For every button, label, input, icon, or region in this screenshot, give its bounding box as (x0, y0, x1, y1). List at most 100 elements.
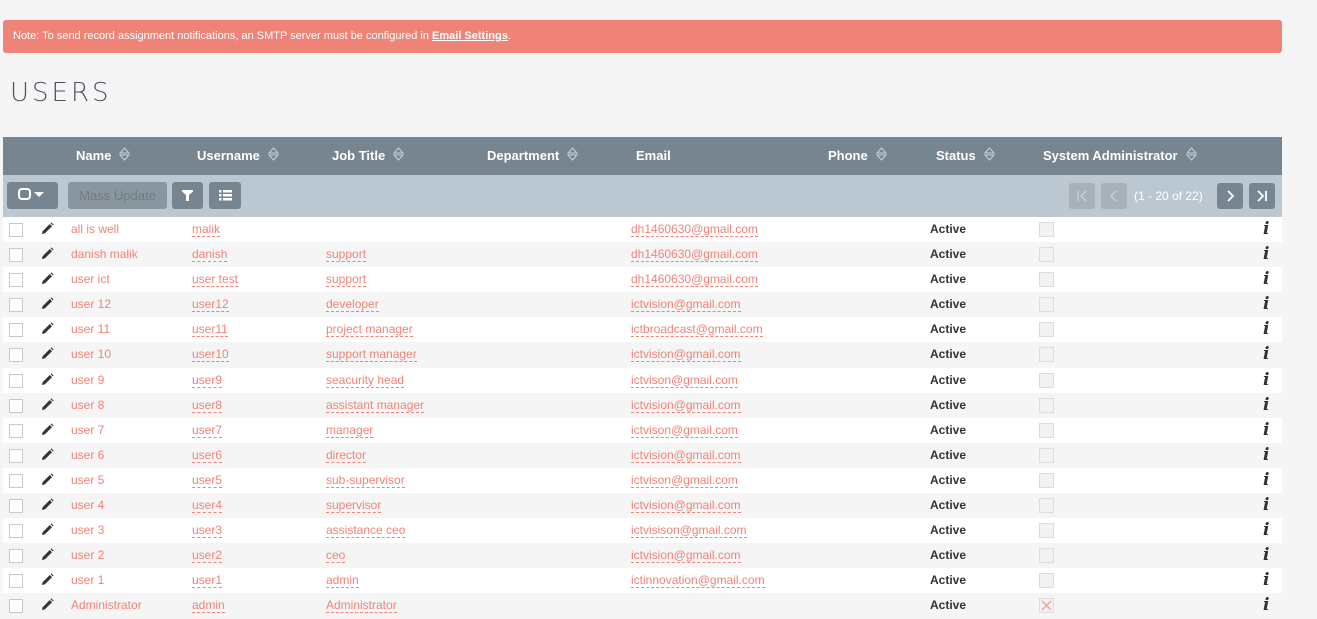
select-all-dropdown[interactable] (7, 182, 58, 209)
job-title-value[interactable]: admin (326, 574, 359, 589)
username-link[interactable]: danish (192, 248, 228, 263)
col-header-department[interactable]: Department (487, 137, 579, 175)
job-title-value[interactable]: support (326, 273, 367, 288)
edit-pencil-icon[interactable] (40, 347, 54, 361)
email-link[interactable]: ictvision@gmail.com (631, 499, 741, 514)
email-link[interactable]: dh1460630@gmail.com (631, 223, 758, 237)
job-title-value[interactable]: manager (326, 423, 374, 438)
edit-pencil-icon[interactable] (40, 222, 54, 236)
filter-button[interactable] (172, 182, 203, 209)
row-checkbox[interactable] (9, 499, 23, 514)
col-header-username[interactable]: Username (197, 137, 279, 175)
email-link[interactable]: ictbroadcast@gmail.com (631, 323, 763, 338)
email-link[interactable]: dh1460630@gmail.com (631, 273, 758, 288)
username-link[interactable]: user12 (192, 298, 229, 313)
row-checkbox[interactable] (9, 373, 23, 388)
email-link[interactable]: ictvison@gmail.com (631, 373, 738, 388)
mass-update-button[interactable]: Mass Update (68, 182, 167, 209)
email-link[interactable]: ictvisison@gmail.com (631, 524, 747, 539)
username-link[interactable]: user10 (192, 348, 229, 363)
email-link[interactable]: ictvison@gmail.com (631, 423, 738, 438)
info-icon[interactable]: i (1263, 445, 1269, 465)
job-title-value[interactable]: Administrator (326, 599, 397, 614)
row-checkbox[interactable] (9, 448, 23, 463)
user-full-name-link[interactable]: user 12 (71, 292, 111, 317)
job-title-value[interactable]: director (326, 448, 367, 463)
user-full-name-link[interactable]: user 10 (71, 342, 111, 367)
user-full-name-link[interactable]: user 7 (71, 418, 104, 443)
info-icon[interactable]: i (1263, 244, 1269, 264)
edit-pencil-icon[interactable] (40, 598, 54, 612)
row-checkbox[interactable] (9, 524, 23, 539)
username-link[interactable]: user3 (192, 524, 223, 539)
edit-pencil-icon[interactable] (40, 523, 54, 537)
info-icon[interactable]: i (1263, 520, 1269, 540)
user-full-name-link[interactable]: danish malik (71, 242, 138, 267)
user-full-name-link[interactable]: user 11 (71, 317, 110, 342)
row-checkbox[interactable] (9, 223, 23, 237)
row-checkbox[interactable] (9, 398, 23, 413)
last-page-button[interactable] (1249, 183, 1275, 209)
user-full-name-link[interactable]: user 9 (71, 368, 104, 393)
username-link[interactable]: user1 (192, 574, 223, 589)
row-checkbox[interactable] (9, 574, 23, 589)
info-icon[interactable]: i (1263, 570, 1269, 590)
info-icon[interactable]: i (1263, 420, 1269, 440)
col-header-email[interactable]: Email (636, 137, 671, 175)
user-full-name-link[interactable]: user 3 (71, 518, 104, 543)
edit-pencil-icon[interactable] (40, 448, 54, 462)
edit-pencil-icon[interactable] (40, 247, 54, 261)
username-link[interactable]: user6 (192, 448, 223, 463)
info-icon[interactable]: i (1263, 219, 1269, 239)
row-checkbox[interactable] (9, 549, 23, 564)
job-title-value[interactable]: seacurity head (326, 373, 405, 388)
username-link[interactable]: user5 (192, 473, 223, 488)
user-full-name-link[interactable]: user 2 (71, 543, 104, 568)
info-icon[interactable]: i (1263, 495, 1269, 515)
job-title-value[interactable]: support (326, 248, 367, 263)
user-full-name-link[interactable]: user 6 (71, 443, 104, 468)
email-link[interactable]: ictvision@gmail.com (631, 398, 741, 413)
username-link[interactable]: user11 (192, 323, 228, 338)
job-title-value[interactable]: assistant manager (326, 398, 425, 413)
username-link[interactable]: user2 (192, 549, 223, 564)
user-full-name-link[interactable]: user 4 (71, 493, 104, 518)
email-link[interactable]: ictvison@gmail.com (631, 473, 738, 488)
row-checkbox[interactable] (9, 273, 23, 288)
job-title-value[interactable]: project manager (326, 323, 413, 338)
row-checkbox[interactable] (9, 423, 23, 438)
email-link[interactable]: dh1460630@gmail.com (631, 248, 758, 263)
email-link[interactable]: ictvision@gmail.com (631, 549, 741, 564)
info-icon[interactable]: i (1263, 545, 1269, 565)
col-header-status[interactable]: Status (936, 137, 995, 175)
info-icon[interactable]: i (1263, 269, 1269, 289)
edit-pencil-icon[interactable] (40, 473, 54, 487)
username-link[interactable]: admin (192, 599, 225, 614)
job-title-value[interactable]: sub-supervisor (326, 473, 405, 488)
info-icon[interactable]: i (1263, 395, 1269, 415)
col-header-job-title[interactable]: Job Title (332, 137, 405, 175)
next-page-button[interactable] (1217, 183, 1243, 209)
info-icon[interactable]: i (1263, 370, 1269, 390)
user-full-name-link[interactable]: user 8 (71, 393, 104, 418)
row-checkbox[interactable] (9, 473, 23, 488)
user-full-name-link[interactable]: user 5 (71, 468, 104, 493)
email-link[interactable]: ictvision@gmail.com (631, 298, 741, 313)
job-title-value[interactable]: support manager (326, 348, 417, 363)
job-title-value[interactable]: ceo (326, 549, 346, 564)
row-checkbox[interactable] (9, 348, 23, 363)
edit-pencil-icon[interactable] (40, 372, 54, 387)
first-page-button[interactable] (1069, 183, 1095, 209)
edit-pencil-icon[interactable] (40, 498, 54, 512)
username-link[interactable]: malik (192, 223, 221, 237)
user-full-name-link[interactable]: user ict (71, 267, 110, 292)
previous-page-button[interactable] (1101, 183, 1127, 209)
col-header-system-administrator[interactable]: System Administrator (1043, 137, 1197, 175)
col-header-phone[interactable]: Phone (828, 137, 887, 175)
username-link[interactable]: user9 (192, 373, 223, 388)
edit-pencil-icon[interactable] (40, 398, 54, 412)
row-checkbox[interactable] (9, 248, 23, 263)
email-link[interactable]: ictvision@gmail.com (631, 348, 741, 363)
info-icon[interactable]: i (1263, 319, 1269, 339)
column-chooser-button[interactable] (209, 182, 241, 209)
